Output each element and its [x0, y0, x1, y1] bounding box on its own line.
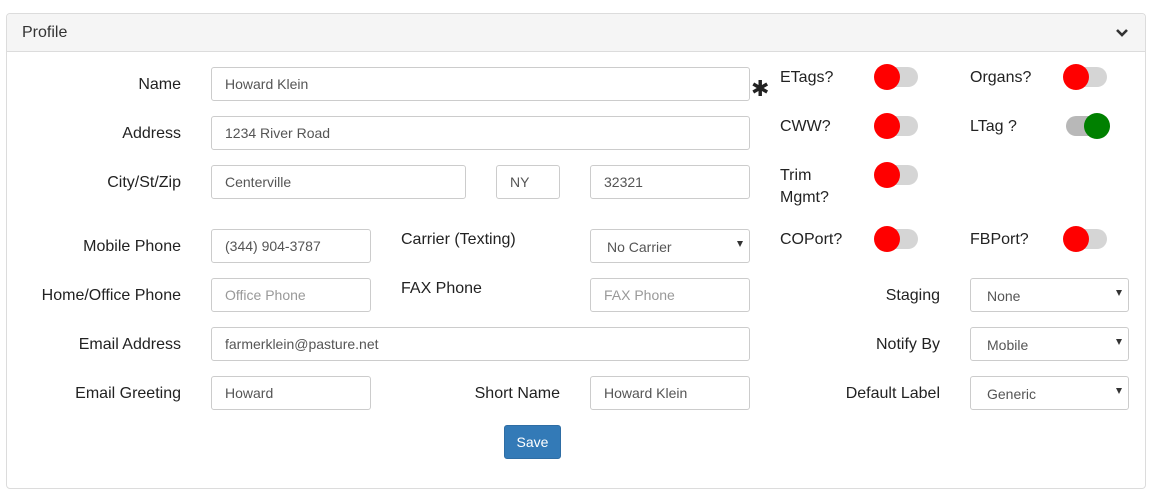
short-name-input[interactable]	[590, 376, 750, 410]
ltag-label: LTag ?	[970, 118, 1017, 135]
address-input[interactable]	[211, 116, 750, 150]
email-address-input[interactable]	[211, 327, 750, 361]
default-label-selected: Generic	[987, 386, 1037, 402]
default-label-label: Default Label	[845, 385, 940, 402]
trim-mgmt-toggle[interactable]	[874, 162, 918, 188]
short-name-label: Short Name	[474, 385, 560, 402]
email-greeting-input[interactable]	[211, 376, 371, 410]
toggle-knob	[874, 162, 900, 188]
organs-label: Organs?	[970, 69, 1032, 86]
name-input[interactable]	[211, 67, 750, 101]
staging-selected: None	[987, 288, 1021, 304]
trim-mgmt-label-line1: Trim	[780, 167, 812, 184]
fbport-label: FBPort?	[970, 231, 1029, 248]
carrier-label: Carrier (Texting)	[401, 231, 516, 248]
cww-toggle[interactable]	[874, 113, 918, 139]
toggle-knob	[874, 226, 900, 252]
carrier-select[interactable]: No Carrier	[590, 229, 750, 263]
office-phone-input[interactable]	[211, 278, 371, 312]
default-label-select[interactable]: Generic	[970, 376, 1129, 410]
toggle-knob	[1084, 113, 1110, 139]
notify-by-select[interactable]: Mobile	[970, 327, 1129, 361]
chevron-down-icon[interactable]	[1115, 27, 1129, 39]
caret-down-icon	[737, 241, 743, 247]
staging-label: Staging	[885, 287, 940, 304]
city-input[interactable]	[211, 165, 466, 199]
fbport-toggle[interactable]	[1063, 226, 1107, 252]
ltag-toggle[interactable]	[1064, 113, 1110, 139]
caret-down-icon	[1116, 388, 1122, 394]
notify-by-label: Notify By	[875, 336, 940, 353]
email-greeting-label: Email Greeting	[75, 385, 181, 402]
name-label: Name	[138, 76, 181, 93]
staging-select[interactable]: None	[970, 278, 1129, 312]
caret-down-icon	[1116, 290, 1122, 296]
zip-input[interactable]	[590, 165, 750, 199]
asterisk-icon: ✱	[751, 76, 770, 101]
notify-by-selected: Mobile	[987, 337, 1029, 353]
organs-toggle[interactable]	[1063, 64, 1107, 90]
email-address-label: Email Address	[78, 336, 181, 353]
caret-down-icon	[1116, 339, 1122, 345]
save-button[interactable]: Save	[504, 425, 561, 459]
cww-label: CWW?	[780, 118, 831, 135]
state-input[interactable]	[496, 165, 560, 199]
coport-toggle[interactable]	[874, 226, 918, 252]
carrier-selected: No Carrier	[607, 239, 672, 255]
address-label: Address	[122, 125, 181, 142]
mobile-phone-label: Mobile Phone	[83, 238, 181, 255]
etags-toggle[interactable]	[874, 64, 918, 90]
trim-mgmt-label-line2: Mgmt?	[780, 189, 829, 206]
toggle-knob	[874, 64, 900, 90]
etags-label: ETags?	[780, 69, 834, 86]
panel-title: Profile	[22, 24, 68, 41]
fax-phone-input[interactable]	[590, 278, 750, 312]
panel-heading[interactable]: Profile	[7, 14, 1145, 52]
fax-phone-label: FAX Phone	[401, 280, 482, 297]
city-st-zip-label: City/St/Zip	[107, 174, 181, 191]
coport-label: COPort?	[780, 231, 843, 248]
toggle-knob	[874, 113, 900, 139]
toggle-knob	[1063, 64, 1089, 90]
mobile-phone-input[interactable]	[211, 229, 371, 263]
home-office-phone-label: Home/Office Phone	[41, 287, 181, 304]
toggle-knob	[1063, 226, 1089, 252]
